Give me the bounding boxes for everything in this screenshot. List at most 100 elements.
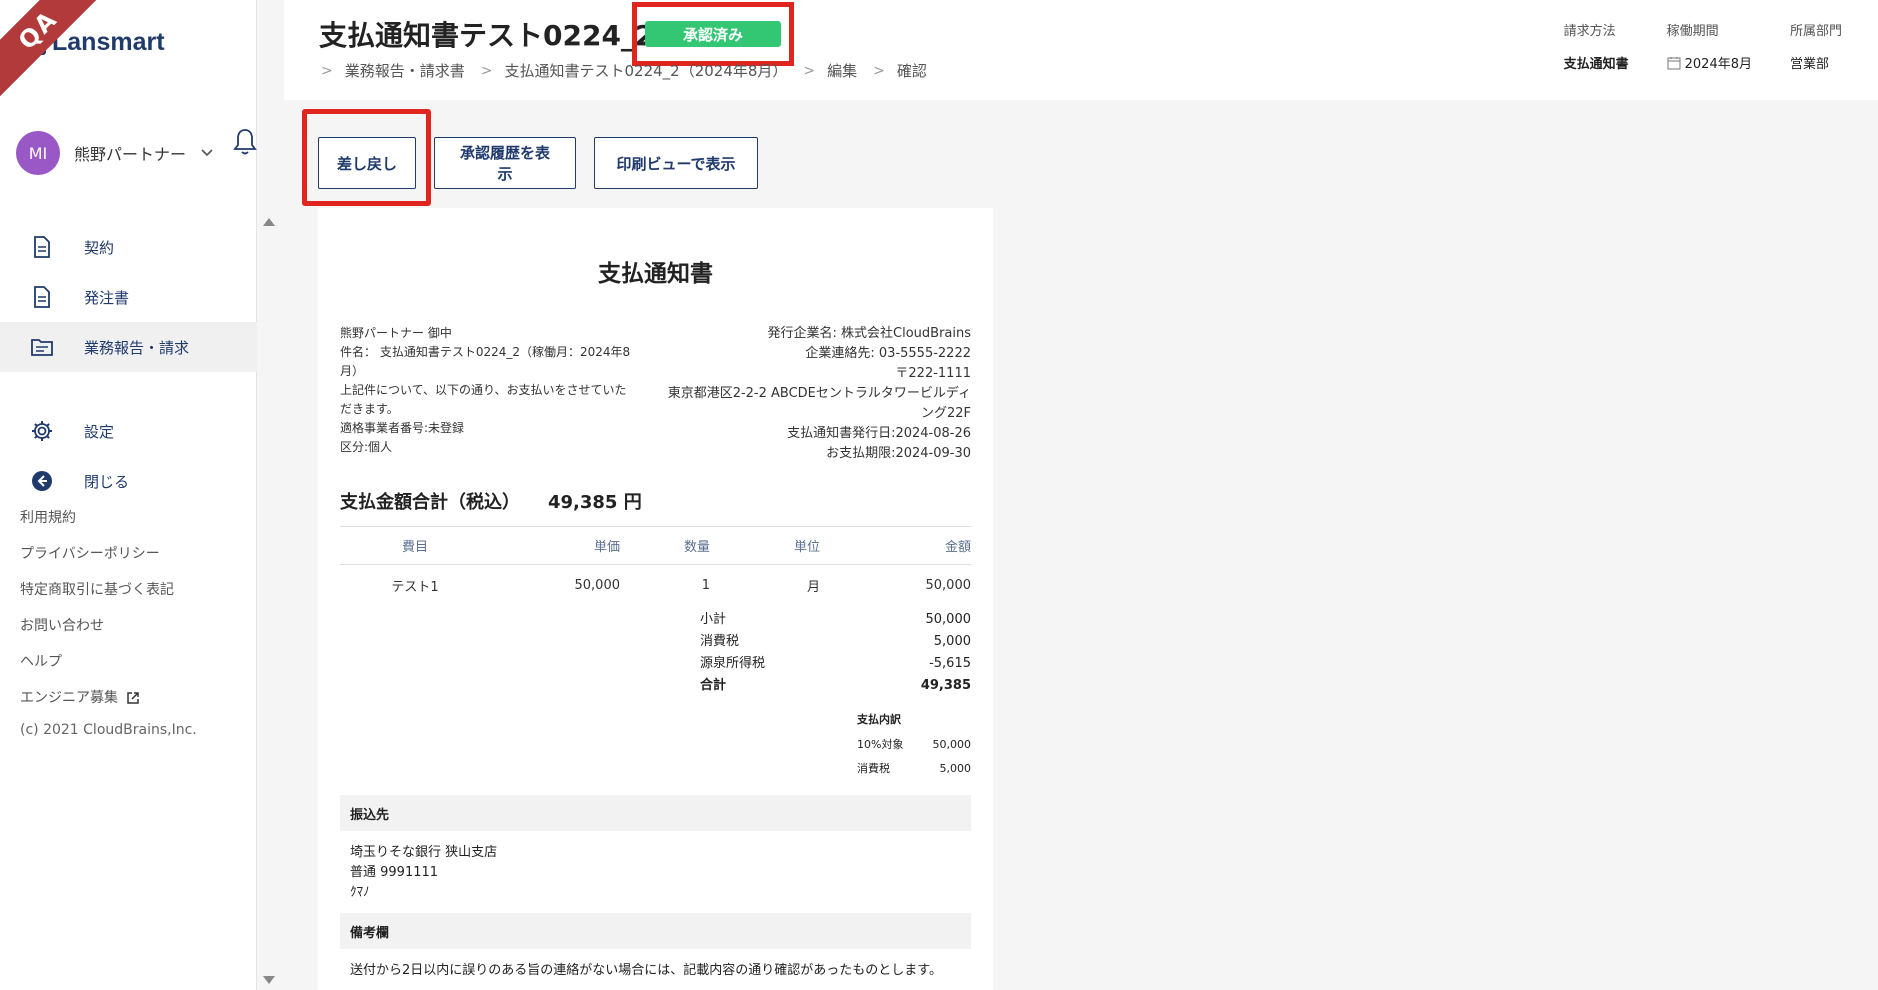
sidebar-item-label: 設定: [84, 422, 115, 441]
chevron-right-icon: >: [321, 62, 333, 79]
status-badge: 承認済み: [645, 21, 781, 47]
breadcrumb-item: 確認: [896, 62, 927, 80]
terms-link[interactable]: 利用規約: [20, 500, 197, 536]
table-header: 費目 単価 数量 単位 金額: [340, 527, 971, 565]
status-highlight: 承認済み: [632, 2, 794, 66]
cell-unit: 月: [806, 579, 820, 595]
column-header: 数量: [683, 540, 710, 555]
page-title: 支払通知書テスト0224_2: [319, 19, 655, 52]
items-table: 費目 単価 数量 単位 金額 テスト1 50,000 1 月 50,000: [340, 527, 971, 605]
sidebar-item-label: 発注書: [84, 288, 130, 307]
issuer-line: 支払通知書発行日:2024-08-26: [787, 426, 971, 441]
recipient-line: 熊野パートナー 御中: [340, 326, 452, 340]
payment-notice-document: 支払通知書 熊野パートナー 御中 件名： 支払通知書テスト0224_2（稼働月：…: [318, 208, 993, 990]
sidebar-item-label: 業務報告・請求: [84, 338, 190, 357]
sidebar-item-close[interactable]: 閉じる: [0, 456, 257, 506]
sidebar-item-label: 契約: [84, 238, 115, 257]
print-view-button[interactable]: 印刷ビューで表示: [594, 137, 758, 189]
doc-title: 支払通知書: [598, 261, 713, 287]
copyright: (c) 2021 CloudBrains,Inc.: [20, 722, 197, 738]
help-link[interactable]: ヘルプ: [20, 644, 197, 680]
document-icon: [30, 285, 54, 309]
external-link-icon: [127, 692, 139, 704]
chevron-right-icon: >: [803, 62, 816, 79]
breadcrumb: > 業務報告・請求書 > 支払通知書テスト0224_2（2024年8月） > 編…: [321, 60, 943, 81]
total-value: 49,385 円: [548, 492, 642, 513]
dept-label: 所属部門: [1789, 24, 1842, 39]
document-icon: [30, 235, 54, 259]
payment-breakdown: 支払内訳 10%対象 50,000 消費税 5,000: [340, 711, 971, 781]
bell-icon[interactable]: [232, 127, 258, 157]
breakdown-title: 支払内訳: [857, 713, 901, 726]
gear-icon: [30, 419, 54, 443]
summary-row: 消費税 5,000: [700, 634, 971, 649]
engineer-link[interactable]: エンジニア募集: [20, 680, 197, 716]
breadcrumb-item[interactable]: 編集: [827, 60, 857, 81]
commerce-link[interactable]: 特定商取引に基づく表記: [20, 572, 197, 608]
breadcrumb-item[interactable]: 支払通知書テスト0224_2（2024年8月）: [504, 60, 787, 81]
cell-qty: 1: [701, 577, 710, 593]
cell-amount: 50,000: [925, 577, 972, 593]
summary: 小計 50,000 消費税 5,000 源泉所得税 -5,615 合計 49,385: [340, 609, 971, 697]
issuer-line: 企業連絡先: 03-5555-2222: [805, 346, 971, 361]
cell-price: 50,000: [574, 577, 621, 593]
breadcrumb-item[interactable]: 業務報告・請求書: [345, 60, 465, 81]
recipient-line: 適格事業者番号:未登録: [340, 421, 465, 435]
summary-row: 源泉所得税 -5,615: [700, 656, 971, 671]
scroll-down-icon[interactable]: [263, 976, 275, 984]
logo-text: Lansmart: [52, 28, 165, 56]
sidebar-item-settings[interactable]: 設定: [0, 406, 257, 456]
column-header: 金額: [944, 540, 971, 555]
recipient-block: 熊野パートナー 御中 件名： 支払通知書テスト0224_2（稼働月：2024年8…: [340, 324, 635, 464]
column-header: 単位: [793, 540, 820, 555]
period-label: 稼働期間: [1666, 24, 1719, 39]
engineer-link-label: エンジニア募集: [20, 690, 118, 706]
folder-icon: [30, 335, 54, 359]
bank-section-body: 埼玉りそな銀行 狭山支店 普通 9991111 ｸﾏﾉ: [340, 831, 971, 913]
total-label: 支払金額合計（税込）: [340, 492, 520, 513]
recipient-line: 件名： 支払通知書テスト0224_2（稼働月：2024年8月）: [340, 345, 631, 378]
sidebar-item-label: 閉じる: [84, 472, 130, 491]
sidebar-nav: 契約 発注書 業務報告・請求 設定 閉じる: [0, 222, 257, 506]
sidebar-scrollbar[interactable]: [257, 212, 281, 990]
method-label: 請求方法: [1563, 24, 1616, 39]
contact-link[interactable]: お問い合わせ: [20, 608, 197, 644]
summary-row: 合計 49,385: [700, 678, 971, 693]
approval-history-button[interactable]: 承認履歴を表示: [434, 137, 576, 189]
column-header: 費目: [401, 540, 428, 555]
table-row: テスト1 50,000 1 月 50,000: [340, 565, 971, 605]
column-header: 単価: [593, 540, 620, 555]
method-value: 支払通知書: [1563, 57, 1629, 72]
recipient-line: 区分:個人: [340, 440, 393, 454]
user-name: 熊野パートナー: [74, 145, 187, 164]
issuer-line: 発行企業名: 株式会社CloudBrains: [767, 326, 972, 341]
note-section-body: 送付から2日以内に誤りのある旨の連絡がない場合には、記載内容の通り確認があったも…: [350, 963, 942, 978]
page-header: 支払通知書テスト0224_2 承認済み > 業務報告・請求書 > 支払通知書テス…: [284, 0, 1878, 100]
chevron-right-icon: >: [873, 62, 885, 79]
issuer-line: 東京都港区2-2-2 ABCDEセントラルタワービルディング22F: [667, 386, 971, 421]
header-meta: 請求方法 支払通知書 稼働期間 2024年8月 所属部門 営業部: [1564, 20, 1842, 72]
breakdown-row: 消費税 5,000: [857, 762, 971, 775]
bank-line: 普通 9991111: [350, 865, 439, 880]
return-button[interactable]: 差し戻し: [318, 137, 416, 189]
bank-section-head: 振込先: [340, 795, 971, 831]
chevron-right-icon: >: [480, 62, 493, 79]
breakdown-row: 10%対象 50,000: [857, 738, 971, 751]
chevron-down-icon[interactable]: [200, 146, 214, 160]
note-section-head: 備考欄: [340, 913, 971, 949]
scroll-up-icon[interactable]: [263, 218, 275, 226]
bank-line: 埼玉りそな銀行 狭山支店: [350, 845, 498, 860]
privacy-link[interactable]: プライバシーポリシー: [20, 536, 197, 572]
sidebar-item-order[interactable]: 発注書: [0, 272, 257, 322]
arrow-left-circle-icon: [30, 469, 54, 493]
total-amount: 支払金額合計（税込） 49,385 円: [340, 488, 971, 527]
sidebar-item-contract[interactable]: 契約: [0, 222, 257, 272]
period-value: 2024年8月: [1667, 53, 1752, 72]
sidebar-item-report[interactable]: 業務報告・請求: [0, 322, 257, 372]
user-menu[interactable]: MI 熊野パートナー: [16, 129, 257, 175]
action-bar: 差し戻し 承認履歴を表示 印刷ビューで表示: [318, 137, 758, 189]
recipient-line: 上記件について、以下の通り、お支払いをさせていただきます。: [340, 383, 627, 416]
dept-value: 営業部: [1789, 57, 1829, 72]
bank-line: ｸﾏﾉ: [350, 885, 370, 900]
summary-row: 小計 50,000: [700, 612, 971, 627]
